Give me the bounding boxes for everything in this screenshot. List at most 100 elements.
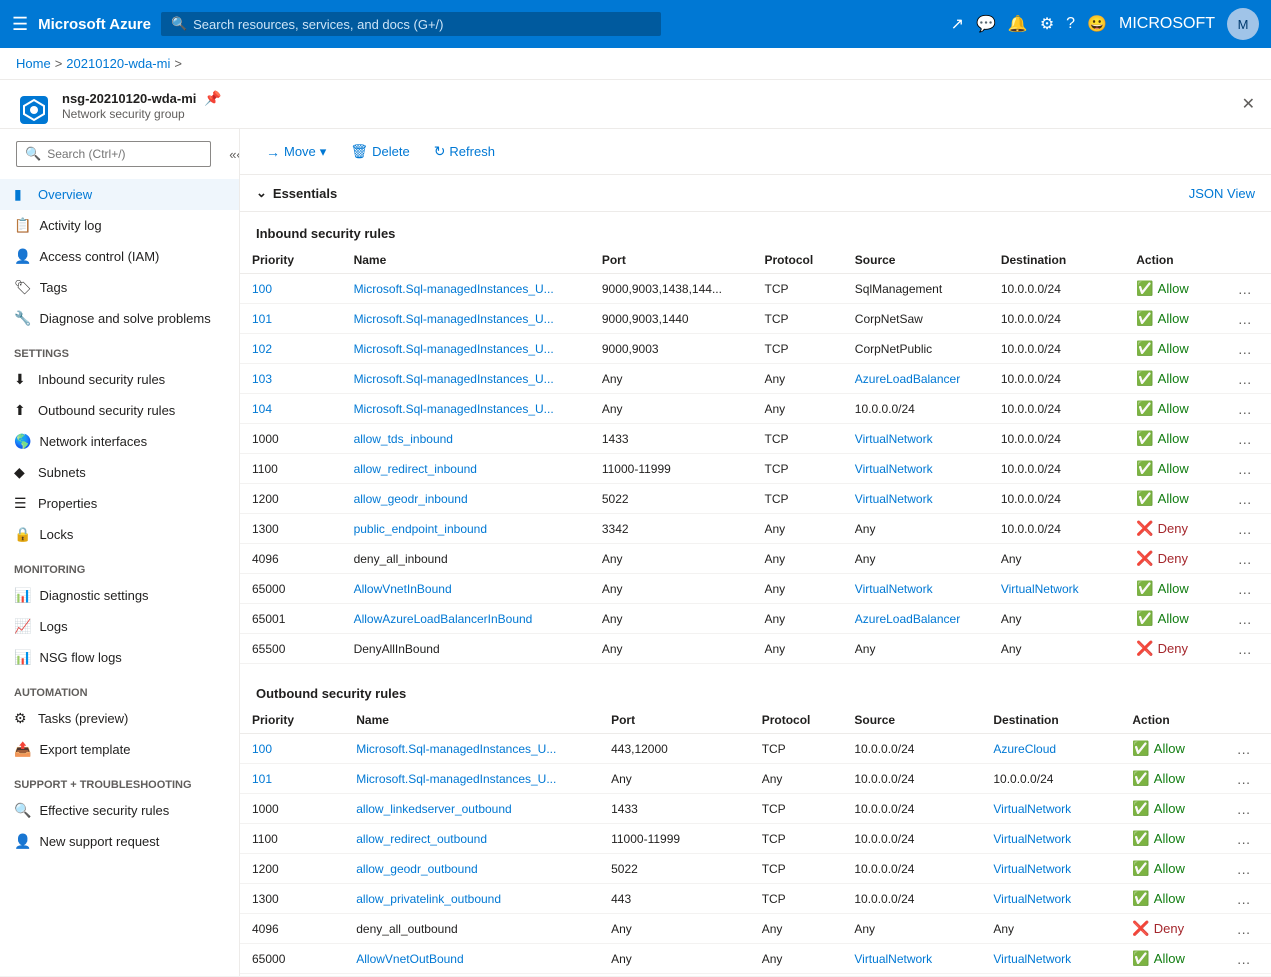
cell-more[interactable]: … bbox=[1226, 364, 1271, 394]
cell-name[interactable]: Microsoft.Sql-managedInstances_U... bbox=[342, 334, 590, 364]
cell-name[interactable]: allow_tds_inbound bbox=[342, 424, 590, 454]
cell-name[interactable]: AllowAzureLoadBalancerInBound bbox=[342, 604, 590, 634]
cell-name[interactable]: Microsoft.Sql-managedInstances_U... bbox=[342, 364, 590, 394]
cell-more[interactable]: … bbox=[1226, 574, 1271, 604]
more-button[interactable]: … bbox=[1238, 341, 1252, 357]
cell-name[interactable]: deny_all_outbound bbox=[344, 914, 599, 944]
cell-more[interactable]: … bbox=[1225, 794, 1271, 824]
cell-name[interactable]: Microsoft.Sql-managedInstances_U... bbox=[342, 304, 590, 334]
cell-more[interactable]: … bbox=[1226, 604, 1271, 634]
cell-name[interactable]: AllowInternetOutBound bbox=[344, 974, 599, 977]
more-button[interactable]: … bbox=[1238, 491, 1252, 507]
more-button[interactable]: … bbox=[1238, 581, 1252, 597]
global-search-input[interactable] bbox=[193, 17, 651, 32]
cell-name[interactable]: DenyAllInBound bbox=[342, 634, 590, 664]
cell-more[interactable]: … bbox=[1226, 484, 1271, 514]
more-button[interactable]: … bbox=[1238, 521, 1252, 537]
sidebar-item-inbound[interactable]: ⬇ Inbound security rules bbox=[0, 364, 239, 395]
more-button[interactable]: … bbox=[1238, 611, 1252, 627]
more-button[interactable]: … bbox=[1238, 461, 1252, 477]
breadcrumb-home[interactable]: Home bbox=[16, 56, 51, 71]
cell-more[interactable]: … bbox=[1226, 514, 1271, 544]
sidebar-item-logs[interactable]: 📈 Logs bbox=[0, 611, 239, 642]
cell-more[interactable]: … bbox=[1226, 274, 1271, 304]
more-button[interactable]: … bbox=[1237, 891, 1251, 907]
cell-name[interactable]: Microsoft.Sql-managedInstances_U... bbox=[342, 274, 590, 304]
cell-more[interactable]: … bbox=[1226, 634, 1271, 664]
sidebar-item-iam[interactable]: 👤 Access control (IAM) bbox=[0, 241, 239, 272]
notifications-icon[interactable]: 🔔 bbox=[1008, 14, 1028, 34]
cell-name[interactable]: allow_geodr_outbound bbox=[344, 854, 599, 884]
settings-icon[interactable]: ⚙ bbox=[1040, 14, 1054, 34]
sidebar-item-tasks[interactable]: ⚙ Tasks (preview) bbox=[0, 703, 239, 734]
cell-name[interactable]: allow_redirect_inbound bbox=[342, 454, 590, 484]
pin-icon[interactable]: 📌 bbox=[204, 90, 221, 107]
more-button[interactable]: … bbox=[1238, 401, 1252, 417]
sidebar-item-export[interactable]: 📤 Export template bbox=[0, 734, 239, 765]
breadcrumb-rg[interactable]: 20210120-wda-mi bbox=[66, 56, 170, 71]
more-button[interactable]: … bbox=[1238, 551, 1252, 567]
cell-more[interactable]: … bbox=[1226, 334, 1271, 364]
sidebar-collapse-btn[interactable]: «« bbox=[225, 143, 240, 166]
sidebar-item-effective[interactable]: 🔍 Effective security rules bbox=[0, 795, 239, 826]
cell-name[interactable]: allow_linkedserver_outbound bbox=[344, 794, 599, 824]
sidebar-item-locks[interactable]: 🔒 Locks bbox=[0, 519, 239, 550]
sidebar-item-diagnose[interactable]: 🔧 Diagnose and solve problems bbox=[0, 303, 239, 334]
more-button[interactable]: … bbox=[1237, 861, 1251, 877]
cell-more[interactable]: … bbox=[1226, 454, 1271, 484]
cell-more[interactable]: … bbox=[1225, 944, 1271, 974]
cell-more[interactable]: … bbox=[1225, 734, 1271, 764]
cell-more[interactable]: … bbox=[1226, 394, 1271, 424]
sidebar-item-properties[interactable]: ☰ Properties bbox=[0, 488, 239, 519]
sidebar-search-input[interactable] bbox=[47, 147, 202, 161]
more-button[interactable]: … bbox=[1238, 641, 1252, 657]
sidebar-item-nsg-flow[interactable]: 📊 NSG flow logs bbox=[0, 642, 239, 673]
sidebar-item-activity-log[interactable]: 📋 Activity log bbox=[0, 210, 239, 241]
cell-more[interactable]: … bbox=[1225, 854, 1271, 884]
more-button[interactable]: … bbox=[1237, 951, 1251, 967]
more-button[interactable]: … bbox=[1237, 921, 1251, 937]
more-button[interactable]: … bbox=[1238, 371, 1252, 387]
move-button[interactable]: → Move ▾ bbox=[256, 138, 336, 166]
more-button[interactable]: … bbox=[1238, 431, 1252, 447]
cell-name[interactable]: allow_geodr_inbound bbox=[342, 484, 590, 514]
cell-more[interactable]: … bbox=[1226, 304, 1271, 334]
refresh-button[interactable]: ↻ Refresh bbox=[424, 137, 505, 166]
delete-button[interactable]: 🗑 Delete bbox=[340, 137, 419, 166]
cell-name[interactable]: AllowVnetInBound bbox=[342, 574, 590, 604]
cell-name[interactable]: AllowVnetOutBound bbox=[344, 944, 599, 974]
cell-more[interactable]: … bbox=[1225, 884, 1271, 914]
cell-name[interactable]: allow_redirect_outbound bbox=[344, 824, 599, 854]
json-view-link[interactable]: JSON View bbox=[1189, 186, 1255, 201]
user-avatar[interactable]: M bbox=[1227, 8, 1259, 40]
cell-more[interactable]: … bbox=[1225, 914, 1271, 944]
cell-more[interactable]: … bbox=[1226, 544, 1271, 574]
cell-name[interactable]: Microsoft.Sql-managedInstances_U... bbox=[344, 764, 599, 794]
feedback-icon[interactable]: 💬 bbox=[976, 14, 996, 34]
more-button[interactable]: … bbox=[1237, 801, 1251, 817]
sidebar-item-tags[interactable]: 🏷 Tags bbox=[0, 272, 239, 303]
more-button[interactable]: … bbox=[1237, 831, 1251, 847]
essentials-header[interactable]: ⌄ Essentials JSON View bbox=[240, 175, 1271, 212]
cloud-shell-icon[interactable]: ↗︎ bbox=[951, 14, 964, 34]
close-icon[interactable]: ✕ bbox=[1242, 94, 1255, 114]
cell-name[interactable]: Microsoft.Sql-managedInstances_U... bbox=[342, 394, 590, 424]
more-button[interactable]: … bbox=[1238, 311, 1252, 327]
more-button[interactable]: … bbox=[1237, 771, 1251, 787]
hamburger-menu[interactable]: ☰ bbox=[12, 14, 28, 35]
sidebar-item-outbound[interactable]: ⬆ Outbound security rules bbox=[0, 395, 239, 426]
cell-more[interactable]: … bbox=[1225, 764, 1271, 794]
sidebar-item-diagnostic[interactable]: 📊 Diagnostic settings bbox=[0, 580, 239, 611]
cell-name[interactable]: public_endpoint_inbound bbox=[342, 514, 590, 544]
cell-more[interactable]: … bbox=[1226, 424, 1271, 454]
more-button[interactable]: … bbox=[1238, 281, 1252, 297]
sidebar-item-subnets[interactable]: ◆ Subnets bbox=[0, 457, 239, 488]
sidebar-item-overview[interactable]: ▮ Overview bbox=[0, 179, 239, 210]
sidebar-item-network-interfaces[interactable]: 🌎 Network interfaces bbox=[0, 426, 239, 457]
cell-more[interactable]: … bbox=[1225, 974, 1271, 977]
sidebar-item-new-support[interactable]: 👤 New support request bbox=[0, 826, 239, 857]
cell-name[interactable]: allow_privatelink_outbound bbox=[344, 884, 599, 914]
help-icon[interactable]: ? bbox=[1066, 15, 1075, 33]
cell-name[interactable]: Microsoft.Sql-managedInstances_U... bbox=[344, 734, 599, 764]
cell-more[interactable]: … bbox=[1225, 824, 1271, 854]
